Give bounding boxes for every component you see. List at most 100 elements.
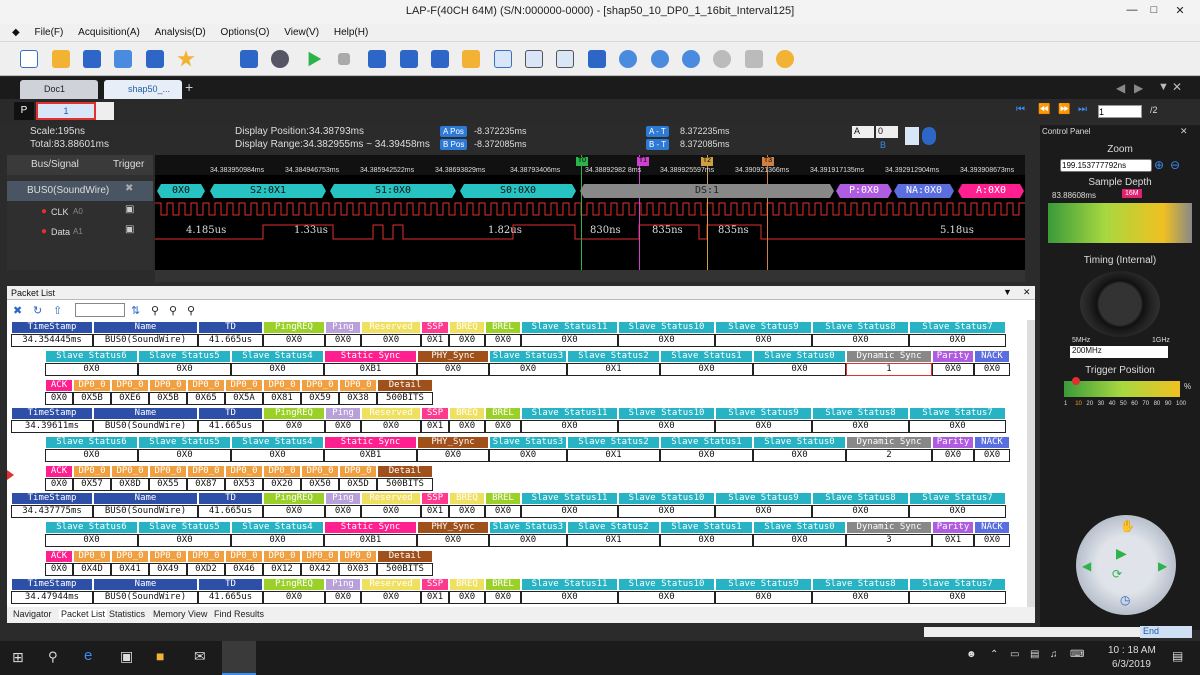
document-icon[interactable] <box>494 50 512 68</box>
tab-packet-list[interactable]: Packet List <box>59 609 108 619</box>
cell-value[interactable]: 500BITS <box>377 392 433 405</box>
cell-value[interactable]: BUS0(SoundWire) <box>93 334 198 347</box>
packet-row-main[interactable]: TimeStamp 34.354445ms Name BUS0(SoundWire) T… <box>7 321 1027 348</box>
bus-row[interactable]: BUS0(SoundWire) ✖ <box>7 181 153 201</box>
cell-value[interactable]: 0X1 <box>932 534 974 547</box>
cell-value[interactable]: 0X49 <box>149 563 187 576</box>
packet-list-menu-icon[interactable]: ▼ <box>1003 287 1012 297</box>
packet-row-status[interactable]: Slave Status6 0X0 Slave Status5 0X0 Slave St… <box>7 350 1027 377</box>
cell-value[interactable]: 500BITS <box>377 477 433 491</box>
star-icon[interactable] <box>177 50 195 67</box>
cell-value[interactable]: 0X0 <box>325 334 361 347</box>
bus-segment[interactable]: S0:0X0 <box>460 184 576 198</box>
battery-icon[interactable]: ▭ <box>1010 649 1019 660</box>
cell-value[interactable]: 0X0 <box>325 590 361 604</box>
cell-value[interactable]: 0X0 <box>45 392 73 405</box>
list-sort-icon[interactable]: ⇅ <box>131 304 140 317</box>
cell-value[interactable]: 0X1 <box>421 419 449 433</box>
cell-value[interactable]: 0X0 <box>974 534 1010 547</box>
clock-date[interactable]: 6/3/2019 <box>1112 659 1151 670</box>
refresh-icon[interactable]: ↻ <box>33 304 45 317</box>
cell-value[interactable]: 0X5A <box>225 392 263 405</box>
panel-close-icon[interactable]: ✕ <box>1180 126 1188 137</box>
cell-value[interactable]: 0X0 <box>485 419 521 433</box>
cell-value[interactable]: 41.665us <box>198 505 263 518</box>
wheel-clock-icon[interactable]: ◷ <box>1120 593 1130 607</box>
wheel-hand-icon[interactable]: ✋ <box>1120 519 1135 533</box>
tab-close-icon[interactable]: ✕ <box>1172 80 1182 94</box>
cell-value[interactable]: 0X0 <box>753 363 846 376</box>
menu-help[interactable]: Help(H) <box>328 24 374 38</box>
packet-row-data[interactable]: ACK 0X0 DP0_0 0X5B DP0_0 0XE6 DP0_0 0X5B DP0_0 0X… <box>7 379 1027 406</box>
cell-value[interactable]: 0X0 <box>263 419 325 433</box>
cell-value[interactable]: 0XD2 <box>187 563 225 576</box>
cell-value[interactable]: 0X0 <box>449 590 485 604</box>
zoom-out-small-icon[interactable]: ⊖ <box>1170 158 1180 172</box>
cell-value[interactable]: 0X0 <box>45 477 73 491</box>
control-wheel[interactable]: ▶ ✋ ◀ ▶ ⟳ ◷ <box>1076 515 1176 615</box>
cell-value[interactable]: 0X1 <box>567 448 660 462</box>
cell-value[interactable]: 0X0 <box>974 363 1010 376</box>
cursor-select-a[interactable]: A <box>852 126 874 138</box>
cell-value[interactable]: 0X0 <box>485 505 521 518</box>
cell-value[interactable]: 0X0 <box>263 334 325 347</box>
zoom-fit-icon[interactable] <box>682 50 700 68</box>
tab-menu-icon[interactable]: ▼ <box>1158 81 1169 93</box>
cell-value[interactable]: 34.39611ms <box>11 419 93 433</box>
trigger-position-thumb[interactable] <box>1072 377 1080 385</box>
data-trigger-icon[interactable]: ▣ <box>125 224 134 235</box>
packet-row-main[interactable]: TimeStamp 34.437775ms Name BUS0(SoundWire) T… <box>7 492 1027 519</box>
tab-navigator[interactable]: Navigator <box>13 609 52 619</box>
cell-value[interactable]: 0X0 <box>417 448 489 462</box>
cell-value[interactable]: 0X0 <box>361 590 421 604</box>
waveform-scrollbar[interactable] <box>155 270 1025 282</box>
cell-value[interactable]: 0X0 <box>660 534 753 547</box>
cell-value[interactable]: 0X0 <box>45 534 138 547</box>
cell-value[interactable]: 0X0 <box>812 590 909 604</box>
pause-icon[interactable]: P <box>14 102 34 120</box>
cell-value[interactable]: 0X0 <box>489 363 567 376</box>
search-taskbar-icon[interactable]: ⚲ <box>48 649 58 665</box>
zoom-in-icon[interactable] <box>619 50 637 68</box>
tray-chevron-icon[interactable]: ⌃ <box>990 649 998 660</box>
cell-value[interactable]: 0X0 <box>974 448 1010 462</box>
cursor-line-t0[interactable] <box>581 155 582 270</box>
cell-value[interactable]: 0X0 <box>715 419 812 433</box>
wheel-right-icon[interactable]: ▶ <box>1158 559 1167 573</box>
trigger-position-bar[interactable] <box>1064 381 1180 397</box>
cursor-select-0[interactable]: 0 <box>876 126 898 138</box>
cell-value[interactable]: 0X0 <box>521 334 618 347</box>
cell-value[interactable]: 0X0 <box>715 590 812 604</box>
trigger-x-icon[interactable]: ✖ <box>125 183 133 194</box>
copy-icon[interactable] <box>525 50 543 68</box>
cell-value[interactable]: 0X42 <box>301 563 339 576</box>
packet-row-main[interactable]: TimeStamp 34.39611ms Name BUS0(SoundWire) TD… <box>7 406 1027 434</box>
menu-view[interactable]: View(V) <box>278 24 325 38</box>
bus-segment[interactable]: NA:0X0 <box>894 184 954 198</box>
save-icon[interactable] <box>83 50 101 68</box>
cell-value[interactable]: 0X0 <box>263 505 325 518</box>
cursor-select-b[interactable]: B <box>880 140 886 150</box>
packet-row-status[interactable]: Slave Status6 0X0 Slave Status5 0X0 Slave St… <box>7 435 1027 463</box>
zoom-in-small-icon[interactable]: ⊕ <box>1154 158 1164 172</box>
cell-value[interactable]: 0X0 <box>521 505 618 518</box>
cell-value[interactable]: 0XB1 <box>324 363 417 376</box>
wheel-left-icon[interactable]: ◀ <box>1082 559 1091 573</box>
run-icon[interactable] <box>308 51 322 67</box>
edge-trigger-icon[interactable]: ▣ <box>125 204 134 215</box>
probe-icon[interactable] <box>745 50 763 68</box>
people-icon[interactable]: ☻ <box>966 649 977 660</box>
cell-value[interactable]: 0X0 <box>618 590 715 604</box>
cell-value[interactable]: 0X0 <box>45 563 73 576</box>
cell-value[interactable]: 0X53 <box>225 477 263 491</box>
cell-value[interactable]: 0X0 <box>521 590 618 604</box>
cell-value[interactable]: 0X38 <box>339 392 377 405</box>
zoom-input[interactable] <box>1060 159 1152 172</box>
tab-doc1[interactable]: Doc1 <box>20 80 98 99</box>
cell-value[interactable]: 41.665us <box>198 419 263 433</box>
packet-list-close-icon[interactable]: ✕ <box>1023 287 1031 298</box>
find-prev-icon[interactable]: ⚲ <box>187 304 195 317</box>
logic-analyzer-taskbar-icon[interactable] <box>222 641 256 675</box>
maximize-icon[interactable]: □ <box>1146 4 1162 18</box>
volume-icon[interactable]: ♫ <box>1050 649 1058 660</box>
